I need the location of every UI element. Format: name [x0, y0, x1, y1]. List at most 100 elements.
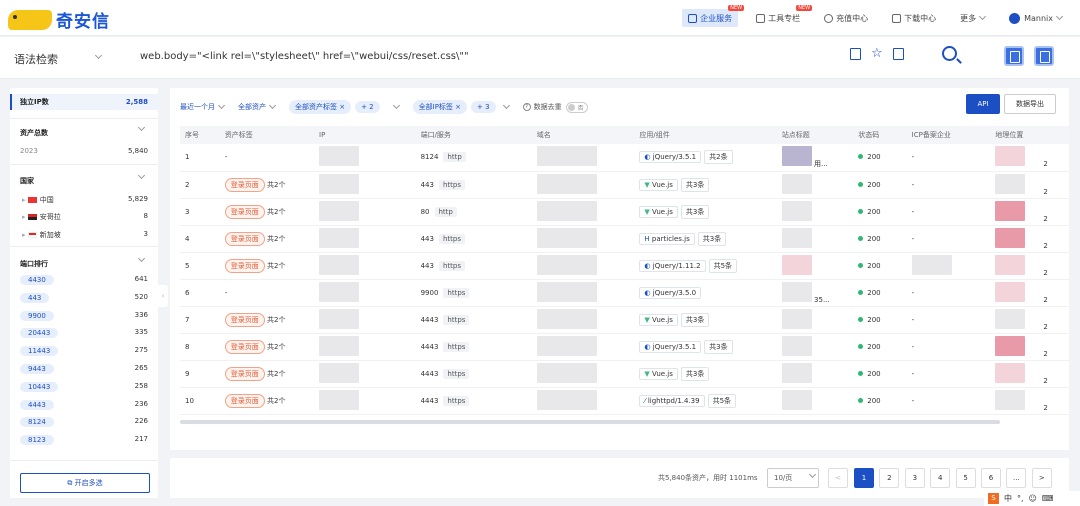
- page-button[interactable]: 2: [879, 468, 900, 488]
- next-page-button[interactable]: >: [1031, 468, 1052, 488]
- domain-cell[interactable]: [531, 387, 635, 415]
- copy-icon[interactable]: [892, 48, 904, 60]
- port-item[interactable]: 10443 258: [10, 381, 158, 392]
- component-badge[interactable]: H particles.js: [639, 232, 695, 245]
- port-value[interactable]: 80: [421, 208, 430, 216]
- port-value[interactable]: 443: [421, 235, 434, 243]
- ip-cell[interactable]: [314, 306, 416, 334]
- keyboard-icon[interactable]: ⌨: [1042, 494, 1054, 503]
- ip-cell[interactable]: [314, 144, 416, 172]
- component-badge[interactable]: ◐ jQuery/1.11.2: [639, 259, 706, 272]
- component-badge[interactable]: ▼ Vue.js: [639, 313, 678, 326]
- prev-page-button[interactable]: <: [828, 468, 848, 488]
- ip-cell[interactable]: [314, 360, 416, 388]
- asset-filter[interactable]: 全部资产: [238, 101, 277, 112]
- punct-icon[interactable]: °,: [1017, 494, 1024, 503]
- port-value[interactable]: 4443: [421, 316, 439, 324]
- column-header[interactable]: 序号: [180, 126, 220, 144]
- column-header[interactable]: 资产标签: [219, 126, 315, 144]
- port-item[interactable]: 8123 217: [10, 435, 158, 446]
- user-menu[interactable]: Mannix: [1003, 9, 1068, 27]
- column-header[interactable]: 状态码: [853, 126, 907, 144]
- emoji-icon[interactable]: ☺: [1029, 494, 1037, 503]
- component-count[interactable]: 共5条: [707, 393, 737, 408]
- table-row[interactable]: 4 登录页面 共2个 443 https H particles.js 共3条 20…: [180, 225, 1069, 253]
- component-count[interactable]: 共3条: [680, 204, 710, 219]
- ip-cell[interactable]: [314, 279, 416, 307]
- more-ip-tags-chip[interactable]: + 3: [471, 101, 496, 113]
- ip-cell[interactable]: [314, 252, 416, 280]
- login-page-tag[interactable]: 登录页面: [224, 231, 265, 246]
- report-icon[interactable]: [1034, 46, 1054, 66]
- column-header[interactable]: ICP备案企业: [906, 126, 991, 144]
- port-value[interactable]: 8124: [421, 153, 439, 161]
- table-row[interactable]: 8 登录页面 共2个 4443 https ◐ jQuery/3.5.1 共3条 2…: [180, 333, 1069, 361]
- country-item[interactable]: ▸ 安哥拉 8: [10, 212, 158, 222]
- ip-cell[interactable]: [314, 198, 416, 226]
- table-row[interactable]: 5 登录页面 共2个 443 https ◐ jQuery/1.11.2 共5条 2…: [180, 252, 1069, 280]
- page-button[interactable]: 6: [981, 468, 1001, 488]
- port-item[interactable]: 9900 336: [10, 310, 158, 321]
- search-icon[interactable]: [942, 46, 957, 61]
- domain-cell[interactable]: [531, 333, 635, 361]
- ip-cell[interactable]: [314, 225, 416, 253]
- port-value[interactable]: 443: [421, 181, 434, 189]
- nav-download[interactable]: 下载中心: [886, 9, 942, 27]
- logo[interactable]: 奇安信: [8, 7, 110, 32]
- port-value[interactable]: 443: [421, 262, 434, 270]
- port-item[interactable]: 11443 275: [10, 346, 158, 357]
- nav-recharge[interactable]: 充值中心: [818, 9, 874, 27]
- component-count[interactable]: 共5条: [708, 258, 738, 273]
- table-row[interactable]: 10 登录页面 共2个 4443 https ⁄ lighttpd/1.4.39 共…: [180, 387, 1069, 415]
- asset-tag-filter[interactable]: 全部资产标签 × + 2: [289, 100, 400, 114]
- login-page-tag[interactable]: 登录页面: [224, 204, 265, 219]
- component-badge[interactable]: ◐ jQuery/3.5.1: [639, 151, 702, 164]
- dedupe-toggle[interactable]: 否: [565, 101, 588, 113]
- column-header[interactable]: 域名: [531, 126, 635, 144]
- component-badge[interactable]: ▼ Vue.js: [639, 367, 678, 380]
- column-header[interactable]: IP: [314, 126, 416, 144]
- port-item[interactable]: 443 520: [10, 292, 158, 303]
- column-header[interactable]: 站点标题: [776, 126, 854, 144]
- table-row[interactable]: 9 登录页面 共2个 4443 https ▼ Vue.js 共3条 200 - 2: [180, 360, 1069, 388]
- table-row[interactable]: 7 登录页面 共2个 4443 https ▼ Vue.js 共3条 200 - 2: [180, 306, 1069, 334]
- port-item[interactable]: 4430 641: [10, 275, 158, 285]
- table-row[interactable]: 2 登录页面 共2个 443 https ▼ Vue.js 共3条 200 - 2: [180, 171, 1069, 199]
- port-value[interactable]: 4443: [421, 370, 439, 378]
- nav-more[interactable]: 更多: [954, 9, 991, 27]
- component-badge[interactable]: ◐ jQuery/3.5.0: [639, 286, 702, 299]
- export-button[interactable]: 数据导出: [1004, 94, 1056, 114]
- component-count[interactable]: 共3条: [704, 339, 733, 354]
- sogou-icon[interactable]: S: [988, 493, 999, 504]
- login-page-tag[interactable]: 登录页面: [224, 393, 265, 408]
- ip-tag-filter[interactable]: 全部IP标签 × + 3: [412, 100, 510, 114]
- multi-select-button[interactable]: ⧉ 开启多选: [20, 473, 150, 493]
- domain-cell[interactable]: [531, 225, 635, 253]
- column-header[interactable]: 端口/服务: [415, 126, 532, 144]
- login-page-tag[interactable]: 登录页面: [224, 312, 265, 327]
- domain-cell[interactable]: [531, 144, 635, 172]
- column-header[interactable]: 应用/组件: [634, 126, 777, 144]
- search-input[interactable]: web.body="<link rel=\"stylesheet\" href=…: [140, 51, 469, 62]
- domain-cell[interactable]: [531, 360, 635, 388]
- year-item[interactable]: 2023 5,840: [10, 147, 158, 155]
- ip-cell[interactable]: [314, 171, 416, 199]
- asset-total-header[interactable]: 资产总数: [10, 123, 158, 138]
- country-header[interactable]: 国家: [10, 171, 158, 186]
- sidebar-unique-ip[interactable]: 独立IP数 2,588: [10, 94, 158, 110]
- more-tags-chip[interactable]: + 2: [355, 101, 380, 113]
- component-count[interactable]: 共3条: [680, 312, 710, 327]
- more-pages-button[interactable]: ...: [1006, 468, 1027, 488]
- port-item[interactable]: 9443 265: [10, 364, 158, 374]
- trash-icon[interactable]: [850, 48, 861, 60]
- time-filter[interactable]: 最近一个月: [180, 101, 226, 112]
- port-value[interactable]: 4443: [421, 397, 439, 405]
- domain-cell[interactable]: [531, 171, 635, 199]
- component-count[interactable]: 共3条: [680, 366, 710, 381]
- api-button[interactable]: API: [966, 94, 1000, 114]
- port-item[interactable]: 20443 335: [10, 328, 158, 339]
- login-page-tag[interactable]: 登录页面: [224, 177, 265, 192]
- ip-cell[interactable]: [314, 333, 416, 361]
- component-count[interactable]: 共3条: [697, 231, 727, 246]
- nav-enterprise[interactable]: 企业服务 NEW: [682, 5, 745, 27]
